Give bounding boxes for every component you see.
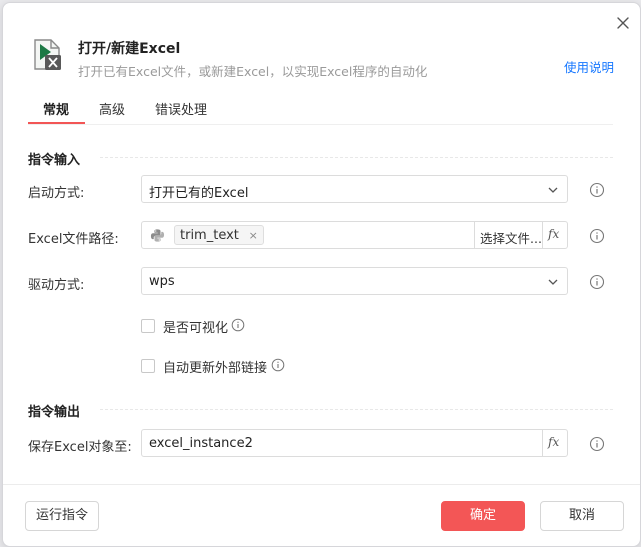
tab-bar: 常规 高级 错误处理	[28, 96, 640, 126]
info-icon[interactable]	[271, 358, 285, 372]
select-file-button[interactable]: 选择文件...	[474, 222, 545, 248]
save-to-input[interactable]: excel_instance2 fx	[141, 429, 568, 457]
help-link[interactable]: 使用说明	[564, 57, 614, 76]
variable-tag: trim_text ×	[174, 225, 264, 245]
driver-value: wps	[149, 274, 175, 289]
tab-general[interactable]: 常规	[43, 99, 69, 118]
save-to-label: 保存Excel对象至:	[28, 440, 132, 455]
launch-mode-value: 打开已有的Excel	[149, 186, 249, 201]
launch-mode-label: 启动方式:	[28, 186, 85, 201]
info-icon[interactable]	[589, 274, 605, 290]
input-section-title: 指令输入	[28, 153, 81, 168]
python-icon	[150, 229, 165, 242]
update-links-option: 自动更新外部链接	[141, 358, 301, 377]
tabs-divider	[28, 124, 613, 125]
visible-checkbox[interactable]	[141, 319, 155, 333]
fx-button[interactable]: fx	[542, 430, 567, 456]
close-icon[interactable]	[614, 14, 632, 32]
output-section-title: 指令输出	[28, 405, 81, 420]
chevron-down-icon	[548, 279, 558, 285]
tab-error-handling[interactable]: 错误处理	[155, 99, 207, 118]
dialog: 打开/新建Excel 打开已有Excel文件，或新建Excel，以实现Excel…	[2, 2, 641, 547]
tag-remove-icon[interactable]: ×	[249, 229, 258, 242]
file-path-field[interactable]: trim_text × 选择文件... fx	[141, 221, 568, 249]
excel-file-icon	[34, 39, 61, 70]
fx-icon: fx	[548, 435, 560, 449]
ok-button[interactable]: 确定	[441, 501, 525, 531]
driver-select[interactable]: wps	[141, 267, 568, 295]
update-links-checkbox[interactable]	[141, 359, 155, 373]
info-icon[interactable]	[589, 228, 605, 244]
section-divider	[100, 157, 613, 158]
file-path-label: Excel文件路径:	[28, 232, 119, 247]
run-command-button[interactable]: 运行指令	[25, 501, 99, 531]
dialog-subtitle: 打开已有Excel文件，或新建Excel，以实现Excel程序的自动化	[78, 64, 428, 79]
info-icon[interactable]	[589, 182, 605, 198]
chevron-down-icon	[548, 187, 558, 193]
fx-icon: fx	[548, 227, 560, 241]
footer-divider	[3, 484, 640, 485]
tab-advanced[interactable]: 高级	[99, 99, 125, 118]
dialog-title: 打开/新建Excel	[78, 41, 181, 57]
section-divider	[100, 409, 613, 410]
save-to-value: excel_instance2	[149, 436, 253, 451]
update-links-checkbox-label: 自动更新外部链接	[163, 361, 268, 376]
info-icon[interactable]	[589, 436, 605, 452]
driver-label: 驱动方式:	[28, 278, 85, 293]
launch-mode-select[interactable]: 打开已有的Excel	[141, 175, 568, 203]
visible-option: 是否可视化	[141, 318, 261, 337]
cancel-button[interactable]: 取消	[540, 501, 624, 531]
variable-tag-label: trim_text	[180, 228, 239, 243]
fx-button[interactable]: fx	[542, 222, 567, 248]
visible-checkbox-label: 是否可视化	[163, 321, 229, 336]
info-icon[interactable]	[231, 318, 245, 332]
select-file-label: 选择文件...	[480, 231, 542, 246]
